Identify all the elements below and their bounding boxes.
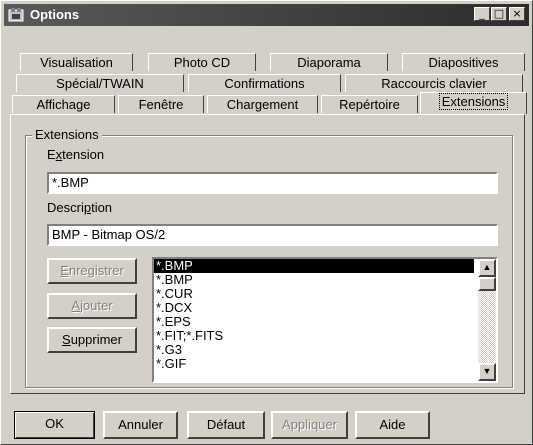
- app-icon: [8, 8, 24, 22]
- register-button[interactable]: Enregistrer: [47, 258, 137, 284]
- ok-button[interactable]: OK: [14, 411, 95, 439]
- tab-raccourcis-clavier[interactable]: Raccourcis clavier: [345, 74, 523, 92]
- delete-button[interactable]: Supprimer: [47, 327, 137, 353]
- tab-affichage[interactable]: Affichage: [12, 95, 115, 113]
- description-field[interactable]: BMP - Bitmap OS/2: [47, 224, 498, 246]
- tab-chargement[interactable]: Chargement: [207, 95, 318, 113]
- tab-special-twain[interactable]: Spécial/TWAIN: [16, 74, 184, 92]
- tab-photo-cd[interactable]: Photo CD: [148, 53, 256, 71]
- list-item[interactable]: *.EPS: [154, 315, 496, 329]
- scroll-down-icon[interactable]: ▼: [478, 363, 496, 381]
- minimize-icon[interactable]: _: [474, 7, 490, 21]
- group-title: Extensions: [32, 127, 102, 142]
- description-label: Description: [47, 200, 113, 215]
- tab-visualisation[interactable]: Visualisation: [20, 53, 133, 71]
- extension-label: Extension: [47, 147, 105, 162]
- list-item[interactable]: *.BMP: [154, 273, 496, 287]
- list-scrollbar[interactable]: ▲ ▼: [478, 259, 496, 381]
- add-button[interactable]: Ajouter: [47, 293, 137, 319]
- tab-extensions[interactable]: Extensions: [420, 92, 527, 114]
- tab-confirmations[interactable]: Confirmations: [188, 74, 341, 92]
- tab-diaporama[interactable]: Diaporama: [270, 53, 388, 71]
- tab-repertoire[interactable]: Repértoire: [321, 95, 418, 113]
- tab-fenetre[interactable]: Fenêtre: [118, 95, 204, 113]
- list-item[interactable]: *.FIT;*.FITS: [154, 329, 496, 343]
- apply-button[interactable]: Appliquer: [271, 411, 348, 439]
- list-item[interactable]: *.G3: [154, 343, 496, 357]
- extension-field[interactable]: *.BMP: [47, 172, 498, 194]
- list-item[interactable]: *.GIF: [154, 357, 496, 371]
- tab-diapositives[interactable]: Diapositives: [402, 53, 525, 71]
- close-icon[interactable]: ×: [509, 7, 525, 21]
- list-item[interactable]: *.BMP: [154, 259, 474, 273]
- list-item[interactable]: *.CUR: [154, 287, 496, 301]
- title-bar[interactable]: Options _ □ ×: [4, 4, 529, 26]
- maximize-icon[interactable]: □: [491, 7, 507, 21]
- extensions-list[interactable]: *.BMP *.BMP *.CUR *.DCX *.EPS *.FIT;*.FI…: [152, 257, 498, 383]
- scroll-up-icon[interactable]: ▲: [478, 259, 496, 277]
- window-title: Options: [30, 7, 80, 22]
- help-button[interactable]: Aide: [355, 411, 430, 439]
- scroll-thumb[interactable]: [478, 277, 496, 291]
- default-button[interactable]: Défaut: [187, 411, 265, 439]
- list-item[interactable]: *.DCX: [154, 301, 496, 315]
- cancel-button[interactable]: Annuler: [103, 411, 178, 439]
